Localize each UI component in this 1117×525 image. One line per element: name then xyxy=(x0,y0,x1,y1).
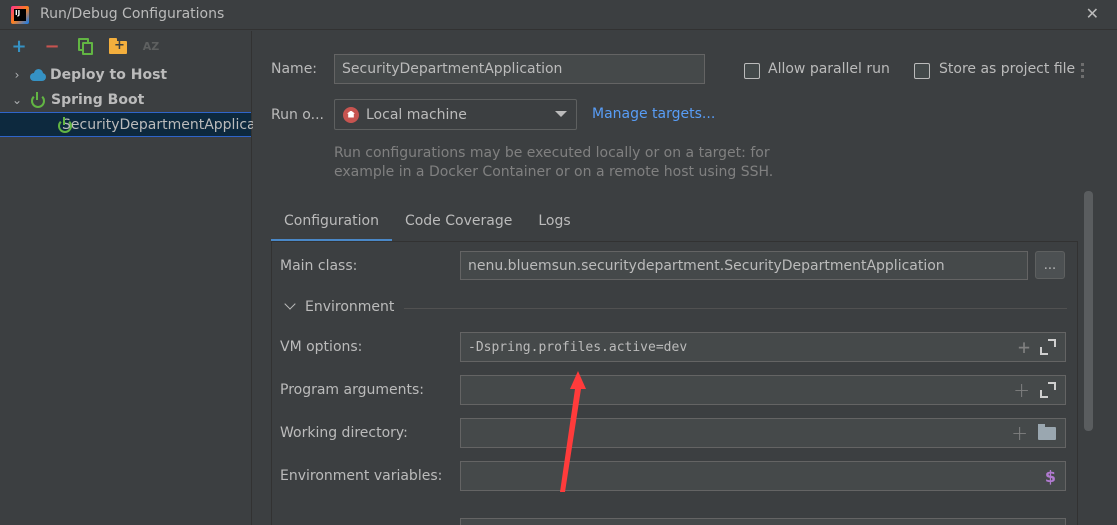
next-field[interactable] xyxy=(460,518,1066,525)
manage-targets-link[interactable]: Manage targets... xyxy=(592,106,715,122)
cloud-upload-icon xyxy=(30,68,46,81)
vm-options-value: -Dspring.profiles.active=dev xyxy=(468,339,688,355)
more-options-icon[interactable] xyxy=(1081,63,1085,79)
expand-icon[interactable] xyxy=(1040,382,1056,398)
tree-item-security-department-application[interactable]: SecurityDepartmentApplication xyxy=(0,112,282,137)
copy-icon[interactable] xyxy=(74,36,96,58)
intellij-icon: IJ xyxy=(11,6,29,24)
program-arguments-field[interactable]: + xyxy=(460,375,1066,405)
program-arguments-label: Program arguments: xyxy=(280,382,424,398)
tab-code-coverage[interactable]: Code Coverage xyxy=(392,206,525,242)
main-class-label: Main class: xyxy=(280,258,358,274)
environment-section-title[interactable]: Environment xyxy=(305,299,394,315)
tree-item-label: Spring Boot xyxy=(51,91,145,108)
environment-variables-label: Environment variables: xyxy=(280,468,443,484)
name-label: Name: xyxy=(271,61,318,77)
tree-item-label: SecurityDepartmentApplication xyxy=(62,116,283,133)
config-tabs: Configuration Code Coverage Logs xyxy=(271,206,584,242)
tree-item-deploy-to-host[interactable]: › Deploy to Host xyxy=(0,62,251,87)
allow-parallel-label: Allow parallel run xyxy=(768,61,890,77)
name-field[interactable]: SecurityDepartmentApplication xyxy=(334,54,705,84)
store-as-project-file-label: Store as project file xyxy=(939,61,1076,77)
plus-icon[interactable]: + xyxy=(1018,337,1030,357)
browse-main-class-button[interactable]: ... xyxy=(1035,251,1065,279)
dollar-icon[interactable]: $ xyxy=(1045,467,1056,486)
window-title: Run/Debug Configurations xyxy=(40,6,225,22)
chevron-down-icon xyxy=(555,111,567,117)
plus-icon[interactable]: + xyxy=(8,36,30,58)
working-directory-field[interactable]: + xyxy=(460,418,1066,448)
minus-icon[interactable]: − xyxy=(41,36,63,58)
vertical-scrollbar[interactable] xyxy=(1084,191,1093,431)
plus-icon[interactable]: + xyxy=(1013,380,1030,400)
main-class-field[interactable]: nenu.bluemsun.securitydepartment.Securit… xyxy=(460,251,1028,280)
expand-icon[interactable] xyxy=(1040,339,1056,355)
title-bar: IJ Run/Debug Configurations ✕ xyxy=(0,0,1117,30)
store-as-project-file-checkbox[interactable] xyxy=(914,63,930,79)
run-debug-dialog: IJ Run/Debug Configurations ✕ + − AZ › D… xyxy=(0,0,1117,525)
plus-icon[interactable]: + xyxy=(1011,423,1028,443)
run-on-hint-line2: example in a Docker Container or on a re… xyxy=(334,164,774,180)
power-icon xyxy=(30,91,46,108)
vm-options-label: VM options: xyxy=(280,339,363,355)
chevron-down-icon[interactable]: ⌄ xyxy=(10,93,24,107)
configuration-editor: Name: SecurityDepartmentApplication Allo… xyxy=(253,31,1117,525)
tree-item-spring-boot[interactable]: ⌄ Spring Boot xyxy=(0,87,251,112)
home-icon xyxy=(343,106,359,123)
folder-icon[interactable] xyxy=(1038,423,1056,440)
allow-parallel-checkbox[interactable] xyxy=(744,63,760,79)
run-on-value: Local machine xyxy=(366,106,467,123)
tab-configuration[interactable]: Configuration xyxy=(271,206,392,242)
close-icon[interactable]: ✕ xyxy=(1086,4,1099,23)
sidebar-toolbar: + − AZ xyxy=(0,31,251,62)
configurations-sidebar: + − AZ › Deploy to Host ⌄ Spring Boot Se… xyxy=(0,31,282,525)
sort-az-icon[interactable]: AZ xyxy=(140,36,162,58)
section-divider xyxy=(404,308,1067,309)
chevron-right-icon[interactable]: › xyxy=(10,68,24,82)
tree-item-label: Deploy to Host xyxy=(50,66,168,83)
run-on-hint-line1: Run configurations may be executed local… xyxy=(334,145,770,161)
run-on-dropdown[interactable]: Local machine xyxy=(334,99,577,130)
run-on-label: Run o... xyxy=(271,107,324,123)
working-directory-label: Working directory: xyxy=(280,425,408,441)
vm-options-field[interactable]: -Dspring.profiles.active=dev + xyxy=(460,332,1066,362)
new-folder-icon[interactable] xyxy=(107,36,129,58)
environment-variables-field[interactable]: $ xyxy=(460,461,1066,491)
tab-logs[interactable]: Logs xyxy=(525,206,583,242)
